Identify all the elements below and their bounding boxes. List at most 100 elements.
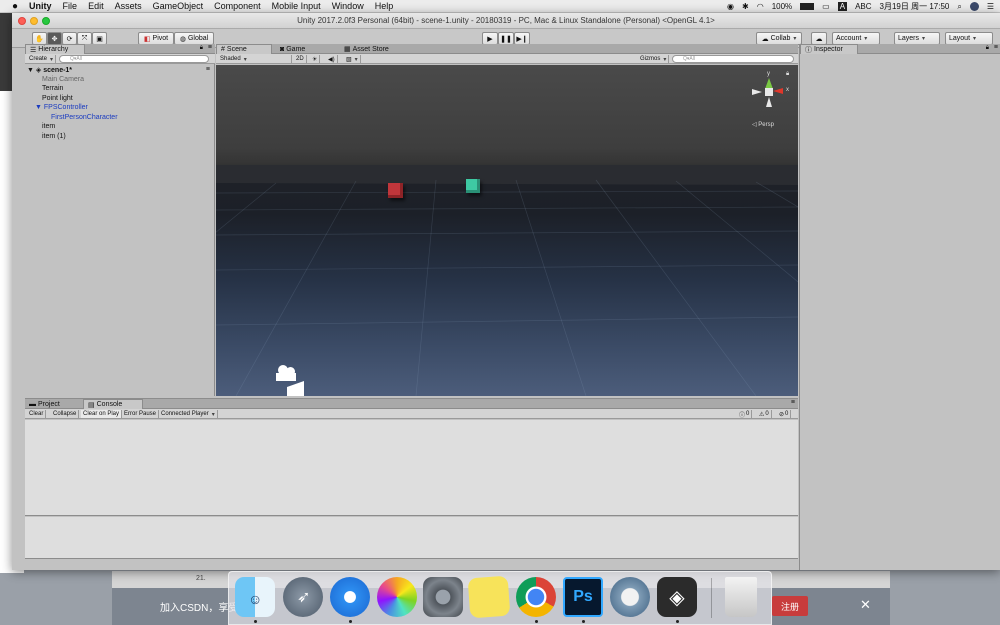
- pivot-label: Pivot: [152, 35, 169, 42]
- scene-name: scene-1*: [43, 67, 73, 74]
- tab-console[interactable]: ▤ Console: [83, 399, 143, 409]
- input-method[interactable]: ABC: [855, 2, 871, 11]
- scene-audio-toggle[interactable]: ◀): [326, 55, 338, 63]
- asset-store-tab-icon: ▦: [344, 46, 351, 53]
- warning-count-button[interactable]: ⚠ 0: [757, 410, 772, 418]
- system-preferences-icon[interactable]: [423, 577, 463, 617]
- apple-icon[interactable]: ●: [12, 1, 18, 12]
- airplay-icon[interactable]: ▭: [822, 2, 830, 11]
- gizmos-dropdown[interactable]: Gizmos: [638, 55, 670, 63]
- error-pause-button[interactable]: Error Pause: [122, 410, 160, 418]
- gizmo-lock-icon[interactable]: 🔒︎: [786, 71, 789, 78]
- lock-icon[interactable]: 🔒︎: [200, 45, 203, 52]
- menu-window[interactable]: Window: [332, 1, 364, 11]
- bluetooth-icon[interactable]: ✱: [742, 2, 749, 11]
- mac-menubar: ● Unity File Edit Assets GameObject Comp…: [0, 0, 1000, 13]
- csdn-register-button[interactable]: 注册: [772, 596, 808, 616]
- tab-hierarchy[interactable]: ☰ Hierarchy: [25, 44, 85, 54]
- collapse-button[interactable]: Collapse: [51, 410, 80, 418]
- menu-edit[interactable]: Edit: [88, 1, 104, 11]
- gizmo-center-cube[interactable]: [765, 88, 773, 96]
- launchpad-icon[interactable]: ➶: [283, 577, 323, 617]
- console-panel: ▬ Project ▤ Console ≡ Clear Collapse Cle…: [25, 398, 798, 570]
- console-log-area[interactable]: [25, 420, 798, 516]
- hierarchy-item-fpscontroller[interactable]: ▼ FPSController: [35, 104, 88, 111]
- menu-app-unity[interactable]: Unity: [29, 1, 52, 11]
- finder-icon[interactable]: ☺: [235, 577, 275, 617]
- scene-viewport[interactable]: 🔒︎ y x ◁ Persp: [216, 65, 798, 396]
- input-a-icon[interactable]: A: [837, 2, 848, 11]
- game-tab-label: Game: [286, 45, 306, 53]
- hierarchy-search-placeholder: Q▾All: [70, 56, 82, 62]
- toggle-2d-button[interactable]: 2D: [294, 55, 307, 63]
- hierarchy-item-item[interactable]: item: [42, 123, 55, 130]
- safari-icon[interactable]: [330, 577, 370, 617]
- photoshop-icon[interactable]: Ps: [563, 577, 603, 617]
- panel-menu-icon[interactable]: ≡: [208, 44, 212, 51]
- clock[interactable]: 3月19日 周一 17:50: [880, 1, 950, 12]
- scene-search-input[interactable]: Q▾All: [672, 55, 794, 63]
- battery-percent[interactable]: 100%: [772, 2, 792, 11]
- connected-player-dropdown[interactable]: Connected Player: [159, 410, 218, 418]
- shading-mode-dropdown[interactable]: Shaded: [218, 55, 292, 63]
- spotlight-icon[interactable]: ⌕: [957, 2, 961, 12]
- gizmo-neg-y-cone[interactable]: [766, 97, 772, 107]
- stickies-icon[interactable]: [467, 575, 511, 619]
- hierarchy-search-input[interactable]: Q▾All: [59, 55, 209, 63]
- tab-scene[interactable]: # Scene: [216, 44, 272, 54]
- clear-button[interactable]: Clear: [27, 410, 47, 418]
- mirror-icon[interactable]: [610, 577, 650, 617]
- panel-menu-icon[interactable]: ≡: [791, 399, 795, 406]
- gizmo-neg-x-cone[interactable]: [752, 89, 762, 95]
- tab-inspector[interactable]: ⓘ Inspector: [800, 44, 858, 54]
- clear-on-play-button[interactable]: Clear on Play: [81, 410, 123, 418]
- error-count-button[interactable]: ⊘ 0: [777, 410, 792, 418]
- panel-menu-icon[interactable]: ≡: [994, 44, 998, 51]
- hierarchy-item-main-camera[interactable]: Main Camera: [42, 76, 84, 83]
- connected-player-label: Connected Player: [161, 411, 209, 417]
- trash-icon[interactable]: [725, 577, 757, 617]
- notification-center-icon[interactable]: ☰: [987, 2, 994, 11]
- menu-file[interactable]: File: [63, 1, 78, 11]
- unity-cube-icon: ◈: [669, 586, 685, 609]
- red-cube[interactable]: [388, 183, 403, 198]
- scene-lighting-toggle[interactable]: ☀: [310, 55, 321, 63]
- lock-icon[interactable]: 🔒︎: [986, 45, 989, 52]
- menu-help[interactable]: Help: [375, 1, 394, 11]
- tab-game[interactable]: ◙ Game: [276, 44, 309, 54]
- unity-icon[interactable]: ◈: [657, 577, 697, 617]
- global-label: Global: [187, 35, 209, 42]
- tab-project[interactable]: ▬ Project: [25, 399, 64, 409]
- menu-mobile-input[interactable]: Mobile Input: [272, 1, 321, 11]
- camera-gizmo-icon[interactable]: [276, 365, 304, 396]
- chrome-icon[interactable]: [516, 577, 556, 617]
- scene-effects-dropdown[interactable]: ▧: [344, 55, 361, 63]
- scene-menu-icon[interactable]: ≡: [206, 66, 210, 73]
- hierarchy-item-item-1[interactable]: item (1): [42, 133, 66, 140]
- user-avatar-icon[interactable]: [969, 2, 979, 11]
- info-count-button[interactable]: ⓘ 0: [737, 410, 753, 419]
- wifi-icon[interactable]: ◠: [757, 2, 764, 11]
- hierarchy-item-point-light[interactable]: Point light: [42, 95, 73, 102]
- hierarchy-item-terrain[interactable]: Terrain: [42, 85, 63, 92]
- gizmo-x-cone[interactable]: [773, 88, 783, 94]
- tab-asset-store[interactable]: ▦ Asset Store: [340, 44, 393, 54]
- orientation-gizmo[interactable]: 🔒︎ y x: [748, 71, 792, 115]
- running-indicator: [676, 620, 679, 623]
- lighting-icon: ☀: [312, 56, 318, 63]
- menu-assets[interactable]: Assets: [115, 1, 142, 11]
- creative-cloud-icon[interactable]: ◉: [727, 2, 734, 11]
- scene-panel: # Scene ◙ Game ▦ Asset Store Shaded 2D ☀…: [216, 44, 798, 396]
- scene-root-row[interactable]: ▼ ◈ scene-1*: [27, 66, 72, 74]
- close-icon[interactable]: ✕: [860, 597, 871, 613]
- teal-cube[interactable]: [466, 179, 480, 193]
- hierarchy-item-firstpersoncharacter[interactable]: FirstPersonCharacter: [51, 114, 118, 121]
- menu-gameobject[interactable]: GameObject: [153, 1, 204, 11]
- persp-label[interactable]: ◁ Persp: [752, 121, 774, 128]
- menu-component[interactable]: Component: [214, 1, 261, 11]
- console-detail-area[interactable]: [25, 517, 798, 559]
- photos-icon[interactable]: [377, 577, 417, 617]
- create-dropdown[interactable]: Create: [27, 55, 57, 63]
- gizmos-label: Gizmos: [640, 56, 661, 62]
- rect-icon: ▣: [96, 35, 103, 43]
